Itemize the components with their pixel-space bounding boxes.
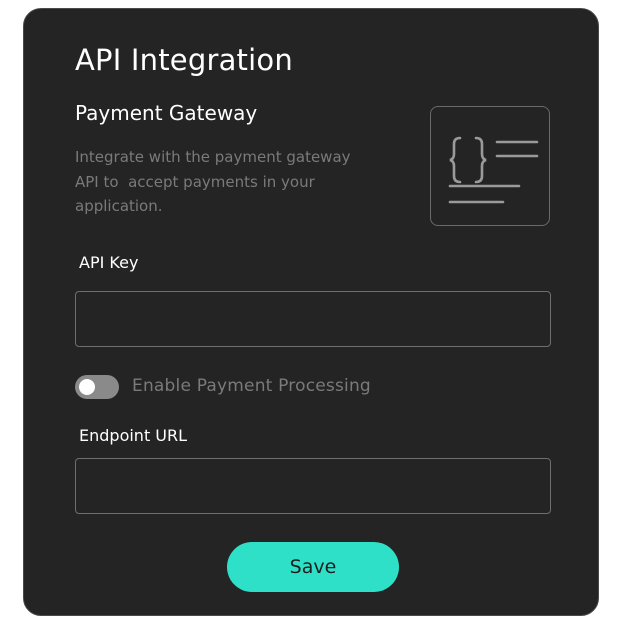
enable-payment-toggle[interactable]	[75, 375, 119, 399]
section-description: Integrate with the payment gateway API t…	[75, 148, 351, 215]
endpoint-url-input[interactable]	[75, 458, 551, 514]
enable-payment-label: Enable Payment Processing	[132, 376, 371, 396]
api-key-label: API Key	[79, 253, 139, 272]
save-button[interactable]: Save	[227, 542, 399, 592]
left-brace	[449, 136, 462, 184]
endpoint-url-label: Endpoint URL	[79, 426, 188, 445]
api-integration-card: API Integration Payment Gateway Integrat…	[23, 8, 599, 616]
right-brace	[474, 136, 487, 184]
code-illustration	[430, 106, 550, 226]
code-braces-icon	[448, 136, 539, 204]
section-subtitle: Payment Gateway	[75, 101, 258, 125]
page-title: API Integration	[75, 43, 293, 77]
toggle-knob	[79, 379, 95, 395]
api-key-input[interactable]	[75, 291, 551, 347]
